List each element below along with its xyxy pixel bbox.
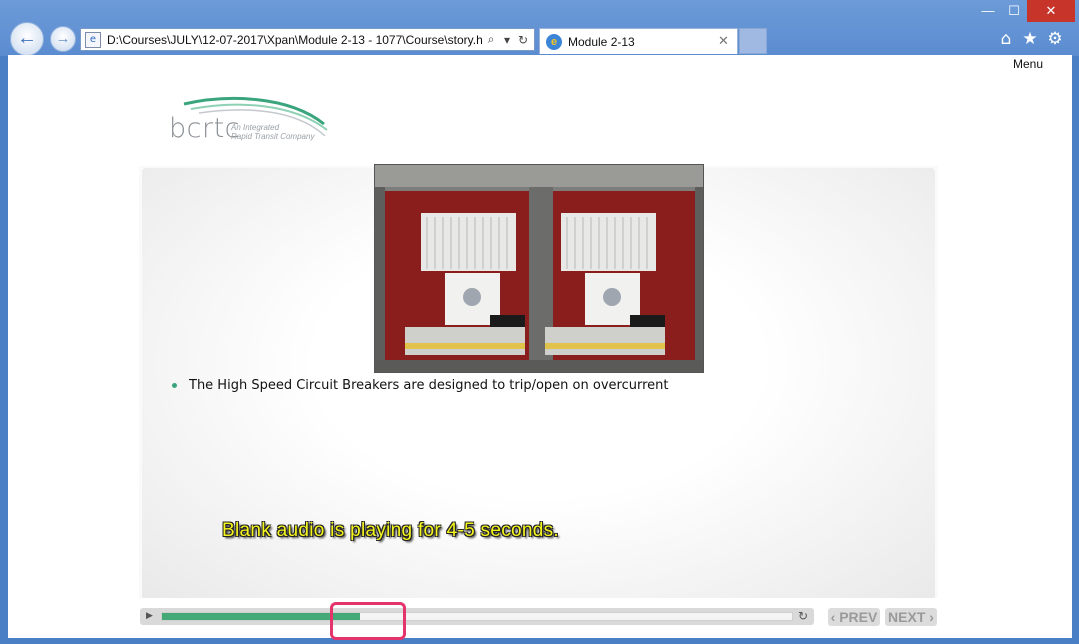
dropdown-icon[interactable]: ▾ — [499, 33, 515, 47]
circuit-breaker-photo — [374, 164, 704, 373]
progress-track[interactable] — [161, 612, 793, 621]
browser-tab[interactable]: e Module 2-13 ✕ — [539, 28, 738, 54]
page-viewport: Menu bcrtc An Integrated Rapid Transit C… — [8, 55, 1072, 640]
annotation-caption: Blank audio is playing for 4-5 seconds. — [222, 520, 560, 541]
slide-content: The High Speed Circuit Breakers are desi… — [142, 164, 935, 600]
star-icon[interactable]: ★ — [1020, 29, 1040, 49]
close-icon[interactable]: ✕ — [718, 34, 734, 49]
maximize-button[interactable]: ☐ — [1001, 0, 1027, 22]
ie-icon: e — [546, 33, 562, 50]
player-controls: ▶ ↻ ‹ PREV NEXT › — [139, 598, 938, 640]
menu-button[interactable]: Menu — [1013, 57, 1043, 71]
refresh-icon[interactable]: ↻ — [515, 33, 531, 47]
bullet-point: The High Speed Circuit Breakers are desi… — [172, 378, 668, 393]
back-arrow-icon[interactable]: ← — [10, 22, 44, 56]
slide-header: bcrtc An Integrated Rapid Transit Compan… — [139, 76, 938, 166]
play-icon[interactable]: ▶ — [146, 610, 153, 623]
close-window-button[interactable]: ✕ — [1027, 0, 1075, 22]
slide-frame: bcrtc An Integrated Rapid Transit Compan… — [139, 76, 938, 638]
page-icon: e — [85, 31, 101, 48]
new-tab-button[interactable] — [739, 28, 767, 54]
tab-title: Module 2-13 — [568, 34, 635, 49]
bullet-dot-icon — [172, 383, 177, 388]
seekbar: ▶ ↻ — [140, 608, 814, 625]
bullet-text: The High Speed Circuit Breakers are desi… — [189, 378, 669, 393]
home-icon[interactable]: ⌂ — [996, 29, 1016, 49]
prev-button[interactable]: ‹ PREV — [828, 608, 880, 626]
bcrtc-logo: bcrtc An Integrated Rapid Transit Compan… — [169, 96, 339, 146]
minimize-button[interactable]: — — [975, 0, 1001, 22]
forward-arrow-icon[interactable]: → — [50, 26, 76, 52]
search-icon[interactable]: ⌕ — [483, 32, 499, 47]
gear-icon[interactable]: ⚙ — [1045, 29, 1065, 49]
address-text[interactable]: D:\Courses\JULY\12-07-2017\Xpan\Module 2… — [107, 33, 483, 47]
logo-text: bcrtc — [169, 113, 241, 144]
next-button[interactable]: NEXT › — [885, 608, 937, 626]
replay-icon[interactable]: ↻ — [798, 609, 808, 623]
highlight-box — [330, 602, 406, 640]
browser-chrome: — ☐ ✕ ← → e D:\Courses\JULY\12-07-2017\X… — [0, 0, 1079, 56]
logo-tagline: An Integrated — [231, 123, 280, 132]
logo-tagline: Rapid Transit Company — [231, 132, 315, 141]
address-bar[interactable]: e D:\Courses\JULY\12-07-2017\Xpan\Module… — [80, 28, 535, 51]
